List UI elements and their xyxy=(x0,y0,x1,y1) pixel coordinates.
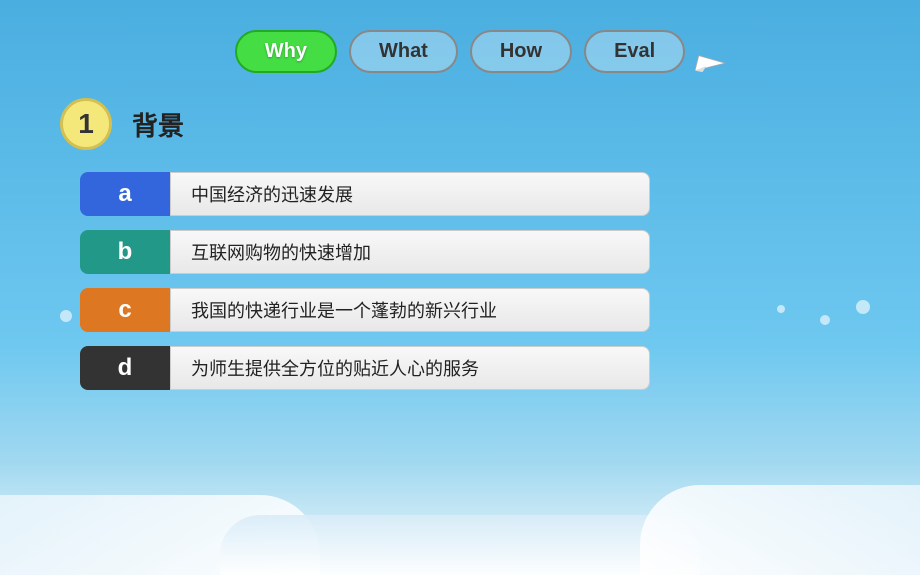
list-item-d: d为师生提供全方位的贴近人心的服务 xyxy=(80,346,860,390)
section-title: 背景 xyxy=(132,106,184,143)
list-items: a中国经济的迅速发展b互联网购物的快速增加c我国的快递行业是一个蓬勃的新兴行业d… xyxy=(60,172,860,390)
item-label-d: d xyxy=(80,346,170,390)
tab-how[interactable]: How xyxy=(470,30,572,73)
list-item-b: b互联网购物的快速增加 xyxy=(80,230,860,274)
item-label-b: b xyxy=(80,230,170,274)
item-text-c: 我国的快递行业是一个蓬勃的新兴行业 xyxy=(170,288,650,332)
section-header: 1 背景 xyxy=(60,98,860,150)
tab-what[interactable]: What xyxy=(349,30,458,73)
nav-tabs: Why What How Eval xyxy=(60,30,860,73)
tab-why[interactable]: Why xyxy=(235,30,337,73)
list-item-a: a中国经济的迅速发展 xyxy=(80,172,860,216)
item-label-c: c xyxy=(80,288,170,332)
item-text-b: 互联网购物的快速增加 xyxy=(170,230,650,274)
main-content: Why What How Eval 1 背景 a中国经济的迅速发展b互联网购物的… xyxy=(0,0,920,575)
list-item-c: c我国的快递行业是一个蓬勃的新兴行业 xyxy=(80,288,860,332)
item-text-d: 为师生提供全方位的贴近人心的服务 xyxy=(170,346,650,390)
section-number: 1 xyxy=(60,98,112,150)
tab-eval[interactable]: Eval xyxy=(584,30,685,73)
item-text-a: 中国经济的迅速发展 xyxy=(170,172,650,216)
item-label-a: a xyxy=(80,172,170,216)
